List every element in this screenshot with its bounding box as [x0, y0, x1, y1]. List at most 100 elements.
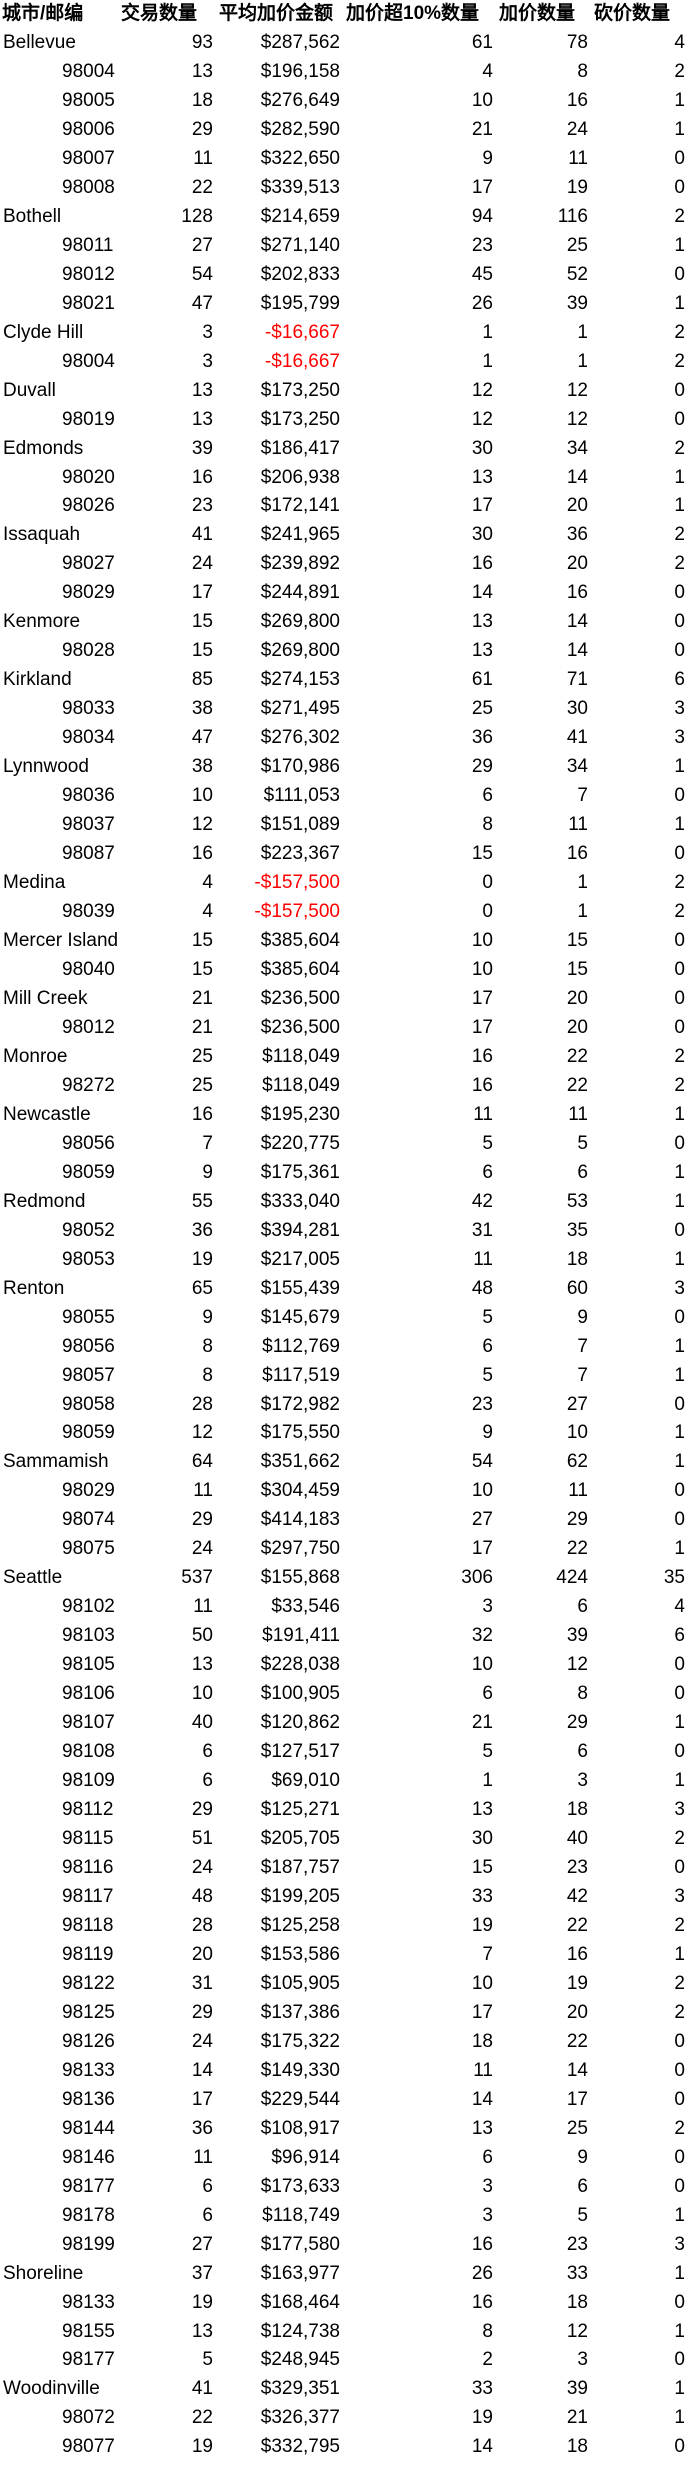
row-over-10pct: 16: [471, 2291, 493, 2313]
zip-row: 98036 10 $111,053 6 7 0: [0, 782, 689, 811]
row-name: Medina: [3, 872, 66, 894]
row-cuts: 0: [674, 1741, 685, 1763]
header-avg-markup: 平均加价金额: [219, 3, 334, 24]
row-count: 13: [191, 379, 213, 401]
row-cuts: 0: [674, 582, 685, 604]
row-cuts: 1: [674, 1422, 685, 1444]
city-row: Kirkland 85 $274,153 61 71 6: [0, 666, 689, 695]
row-markups: 11: [568, 1480, 588, 1502]
row-name: 98034: [62, 727, 115, 749]
row-over-10pct: 1: [482, 350, 493, 372]
row-avg-markup: -$16,667: [264, 350, 340, 372]
zip-row: 98033 38 $271,495 25 30 3: [0, 695, 689, 724]
row-avg-markup: $394,281: [260, 1219, 340, 1241]
row-cuts: 0: [674, 2291, 685, 2313]
row-count: 36: [191, 1219, 213, 1241]
row-over-10pct: 10: [471, 930, 493, 951]
row-avg-markup: $186,417: [260, 437, 340, 459]
row-cuts: 0: [674, 2349, 685, 2371]
row-cuts: 0: [674, 2175, 685, 2197]
row-avg-markup: $149,330: [260, 2059, 340, 2081]
row-avg-markup: $228,038: [260, 1654, 340, 1676]
row-cuts: 1: [674, 1538, 685, 1560]
row-count: 24: [191, 1857, 213, 1878]
row-markups: 39: [566, 2378, 588, 2400]
row-count: 37: [191, 2262, 213, 2284]
row-count: 17: [191, 582, 213, 604]
row-avg-markup: $118,049: [262, 1074, 340, 1096]
row-count: 6: [202, 2175, 213, 2197]
row-cuts: 1: [674, 1943, 685, 1965]
header-city-zip: 城市/邮编: [2, 3, 84, 24]
row-avg-markup: -$16,667: [264, 321, 340, 343]
row-name: 98119: [62, 1943, 114, 1965]
row-avg-markup: $351,662: [260, 1451, 340, 1473]
row-name: Mill Creek: [3, 987, 88, 1009]
row-name: 98155: [62, 2320, 115, 2342]
city-row: Kenmore 15 $269,800 13 14 0: [0, 608, 689, 637]
row-avg-markup: $241,965: [260, 524, 340, 546]
row-cuts: 0: [674, 987, 685, 1009]
row-over-10pct: 13: [471, 1799, 493, 1821]
row-cuts: 1: [674, 466, 685, 488]
row-name: Renton: [3, 1277, 65, 1299]
zip-row: 98053 19 $217,005 11 18 1: [0, 1246, 689, 1275]
city-row: Mill Creek 21 $236,500 17 20 0: [0, 985, 689, 1014]
row-avg-markup: $229,544: [260, 2088, 340, 2110]
zip-row: 98126 24 $175,322 18 22 0: [0, 2028, 689, 2057]
row-cuts: 2: [674, 1074, 685, 1096]
row-cuts: 1: [674, 118, 685, 140]
row-over-10pct: 13: [471, 640, 493, 662]
row-avg-markup: $118,749: [262, 2204, 340, 2226]
zip-row: 98039 4 -$157,500 0 1 2: [0, 898, 689, 927]
row-over-10pct: 12: [471, 408, 493, 430]
row-cuts: 0: [674, 1306, 685, 1328]
row-markups: 9: [577, 2146, 588, 2168]
row-cuts: 0: [674, 1683, 685, 1705]
row-markups: 3: [577, 2349, 588, 2371]
zip-row: 98027 24 $239,892 16 20 2: [0, 550, 689, 579]
row-cuts: 2: [674, 524, 685, 546]
row-avg-markup: $175,322: [260, 2030, 340, 2052]
row-over-10pct: 61: [471, 669, 493, 691]
row-avg-markup: $69,010: [271, 1770, 340, 1792]
row-over-10pct: 11: [473, 2059, 493, 2081]
row-markups: 24: [566, 118, 588, 140]
row-markups: 424: [556, 1567, 588, 1589]
row-count: 19: [191, 2436, 213, 2458]
row-count: 13: [191, 1654, 213, 1676]
row-name: 98021: [62, 292, 115, 314]
row-over-10pct: 8: [482, 2320, 493, 2342]
row-over-10pct: 5: [482, 1364, 493, 1386]
row-count: 25: [191, 1045, 213, 1067]
row-avg-markup: $274,153: [260, 669, 340, 691]
city-row: Lynnwood 38 $170,986 29 34 1: [0, 753, 689, 782]
row-count: 9: [202, 1161, 213, 1183]
row-avg-markup: $236,500: [260, 1016, 340, 1038]
row-avg-markup: $173,250: [260, 379, 340, 401]
row-over-10pct: 6: [482, 1161, 493, 1183]
row-markups: 25: [566, 234, 588, 256]
row-cuts: 1: [674, 1248, 685, 1270]
row-name: Newcastle: [3, 1103, 91, 1125]
zip-row: 98119 20 $153,586 7 16 1: [0, 1941, 689, 1970]
row-count: 50: [191, 1625, 213, 1647]
city-row: Woodinville 41 $329,351 33 39 1: [0, 2375, 689, 2404]
row-count: 21: [191, 1016, 213, 1038]
row-count: 85: [191, 669, 213, 691]
row-name: Sammamish: [3, 1451, 109, 1473]
row-avg-markup: $170,986: [260, 756, 340, 778]
row-markups: 14: [566, 2059, 588, 2081]
row-name: 98102: [62, 1596, 115, 1618]
row-markups: 39: [566, 1625, 588, 1647]
row-name: 98012: [62, 1016, 115, 1038]
row-avg-markup: $202,833: [260, 263, 340, 285]
row-markups: 16: [566, 582, 588, 604]
row-name: 98004: [62, 60, 115, 82]
row-markups: 1: [577, 901, 588, 923]
row-over-10pct: 10: [471, 1972, 493, 1994]
row-over-10pct: 33: [471, 2378, 493, 2400]
row-markups: 22: [566, 2030, 588, 2052]
row-avg-markup: $191,411: [262, 1625, 340, 1647]
row-name: 98040: [62, 958, 115, 980]
